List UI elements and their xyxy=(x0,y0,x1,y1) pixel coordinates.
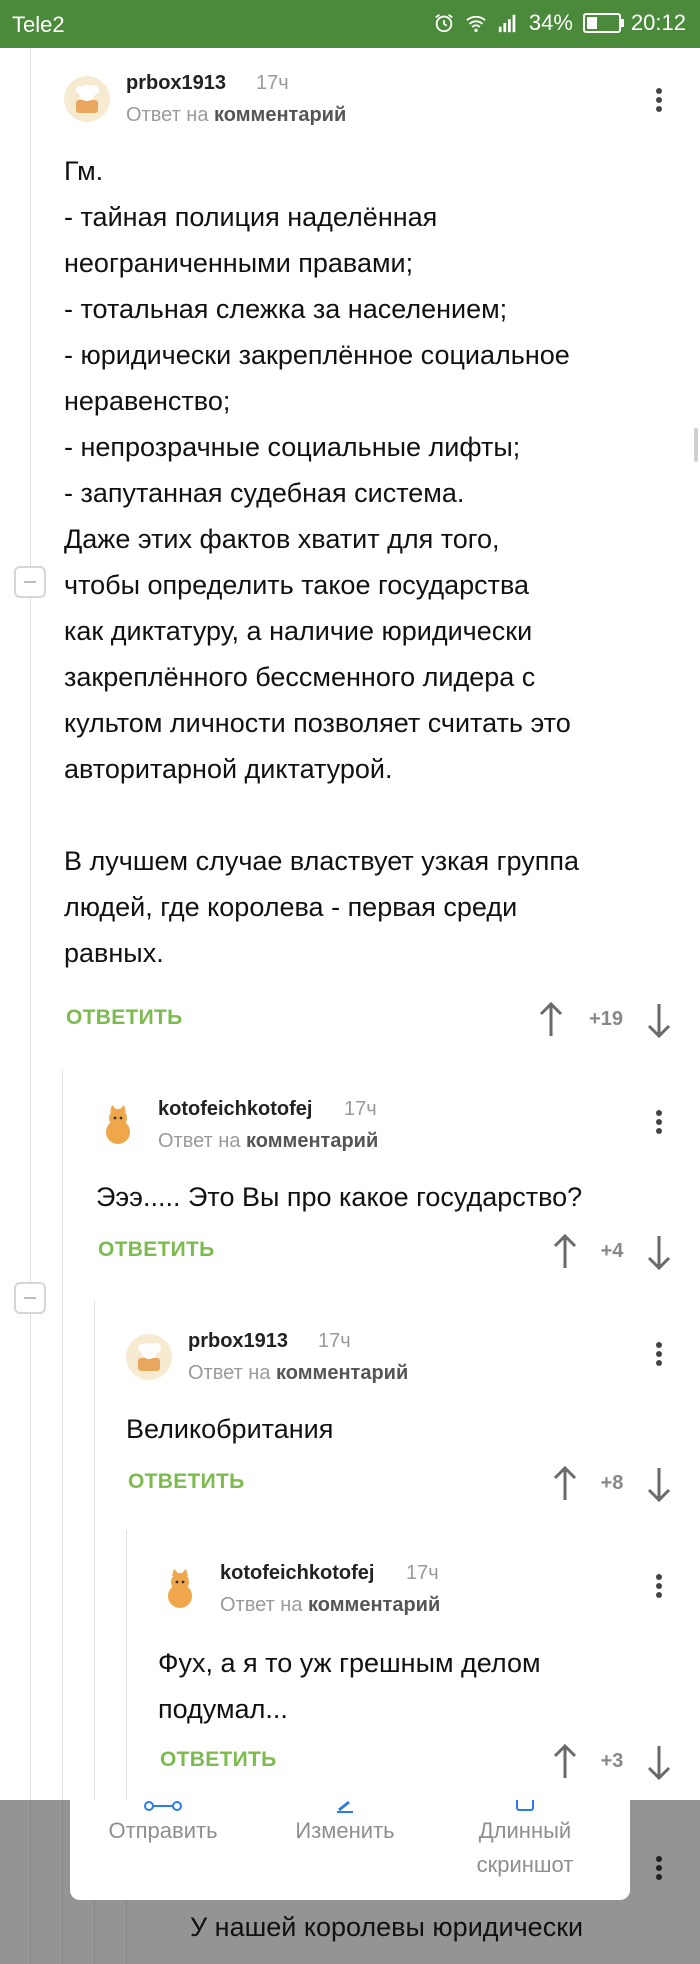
avatar-image xyxy=(96,1102,142,1148)
downvote-icon[interactable] xyxy=(644,1742,674,1782)
reply-button[interactable]: ОТВЕТИТЬ xyxy=(98,1238,215,1262)
status-bar: Tele2 34% 20:12 xyxy=(0,0,700,48)
comment-text-line: - тотальная слежка за населением; xyxy=(64,294,508,324)
comment-score: +8 xyxy=(600,1472,624,1494)
comment-time: 17ч xyxy=(256,72,289,94)
comment-text-line: закреплённого бессменного лидера с xyxy=(64,662,536,692)
send-label: Отправить xyxy=(108,1818,218,1843)
long-screenshot-label-line1: Длинный xyxy=(478,1818,572,1843)
avatar[interactable] xyxy=(126,1334,172,1380)
signal-icon xyxy=(498,14,516,33)
comment-author[interactable]: kotofeichkotofej xyxy=(220,1562,374,1585)
reply-to[interactable]: Ответ на комментарий xyxy=(188,1362,408,1385)
comment-body: Эээ..... Это Вы про какое государство? xyxy=(96,1174,696,1220)
comment-text-line: неограниченными правами; xyxy=(64,248,414,278)
comment-text-line: равных. xyxy=(64,938,164,968)
avatar-image xyxy=(158,1566,204,1612)
avatar[interactable] xyxy=(64,76,110,122)
upvote-icon[interactable] xyxy=(550,1232,580,1272)
comment-text-line: чтобы определить такое государства xyxy=(64,570,530,600)
reply-to[interactable]: Ответ на комментарий xyxy=(220,1594,440,1617)
downvote-icon[interactable] xyxy=(644,1464,674,1504)
reply-to[interactable]: Ответ на комментарий xyxy=(126,104,346,127)
comment-score: +3 xyxy=(600,1750,624,1772)
comment-score: +4 xyxy=(600,1240,624,1262)
edit-icon xyxy=(337,1800,353,1813)
more-options-icon[interactable] xyxy=(647,86,671,116)
comment-author[interactable]: kotofeichkotofej xyxy=(158,1098,312,1121)
comment-text-line: Гм. xyxy=(64,156,104,186)
comment-time: 17ч xyxy=(318,1330,351,1352)
comment-text-line xyxy=(64,792,684,838)
comment-body: Фух, а я то уж грешным делом подумал... xyxy=(158,1640,688,1732)
avatar[interactable] xyxy=(96,1102,142,1148)
comment-score: +19 xyxy=(589,1008,623,1030)
more-options-icon[interactable] xyxy=(647,1572,671,1602)
avatar-image xyxy=(126,1334,172,1380)
avatar-image xyxy=(64,76,110,122)
comment-author[interactable]: prbox1913 xyxy=(188,1330,288,1353)
vote-controls: +19 xyxy=(536,1000,676,1040)
carrier-name: Tele2 xyxy=(12,12,65,37)
edit-label: Изменить xyxy=(295,1818,395,1843)
comment-text-line: - непрозрачные социальные лифты; xyxy=(64,432,521,462)
vote-controls: +4 xyxy=(550,1232,676,1272)
thread-line xyxy=(30,48,31,1964)
long-screenshot-label-line2: скриншот xyxy=(476,1852,574,1877)
vote-controls: +8 xyxy=(550,1464,676,1504)
vote-controls: +3 xyxy=(550,1742,676,1782)
upvote-icon[interactable] xyxy=(536,1000,566,1040)
battery-percent: 34% xyxy=(528,10,573,35)
comment-body: Великобритания xyxy=(126,1406,686,1452)
comment-text-line: Фух, а я то уж грешным делом xyxy=(158,1648,541,1678)
downvote-icon[interactable] xyxy=(644,1232,674,1272)
next-comment-preview: У нашей королевы юридически xyxy=(190,1912,584,1942)
edit-button[interactable]: Изменить xyxy=(280,1800,410,1848)
upvote-icon[interactable] xyxy=(550,1464,580,1504)
more-options-icon[interactable] xyxy=(647,1340,671,1370)
comment-text-line: - запутанная судебная система. xyxy=(64,478,465,508)
comment-text-line: неравенство; xyxy=(64,386,231,416)
comment-text-line: Великобритания xyxy=(126,1414,334,1444)
avatar[interactable] xyxy=(158,1566,204,1612)
comment-text-line: людей, где королева - первая среди xyxy=(64,892,518,922)
comment-author[interactable]: prbox1913 xyxy=(126,72,226,95)
reply-button[interactable]: ОТВЕТИТЬ xyxy=(160,1748,277,1772)
comment-text-line: культом личности позволяет считать это xyxy=(64,708,571,738)
scrollbar[interactable] xyxy=(694,428,698,462)
alarm-icon xyxy=(435,14,453,33)
clock: 20:12 xyxy=(630,10,686,35)
downvote-icon[interactable] xyxy=(644,1000,674,1040)
more-options-icon[interactable] xyxy=(647,1108,671,1138)
send-icon xyxy=(144,1801,182,1811)
comment-text-line: авторитарной диктатурой. xyxy=(64,754,393,784)
comment-body: Гм. - тайная полиция наделённая неограниче… xyxy=(64,148,684,976)
comment-text-line: - тайная полиция наделённая xyxy=(64,202,438,232)
reply-to[interactable]: Ответ на комментарий xyxy=(158,1130,378,1153)
send-button[interactable]: Отправить xyxy=(98,1801,228,1848)
comment-text-line: Даже этих фактов хватит для того, xyxy=(64,524,500,554)
comment-text-line: В лучшем случае властвует узкая группа xyxy=(64,846,579,876)
comment-time: 17ч xyxy=(406,1562,439,1584)
upvote-icon[interactable] xyxy=(550,1742,580,1782)
collapse-thread-button[interactable] xyxy=(14,1282,46,1314)
collapse-thread-button[interactable] xyxy=(14,566,46,598)
wifi-icon xyxy=(466,15,486,32)
battery-icon xyxy=(582,13,624,33)
comment-text-line: подумал... xyxy=(158,1694,288,1724)
comment-time: 17ч xyxy=(344,1098,377,1120)
long-screenshot-icon xyxy=(516,1800,534,1811)
comment-text-line: - юридически закреплённое социальное xyxy=(64,340,570,370)
long-screenshot-button[interactable]: Длинный скриншот xyxy=(450,1800,600,1882)
more-options-icon[interactable] xyxy=(647,1854,671,1884)
comment-text-line: Эээ..... Это Вы про какое государство? xyxy=(96,1182,583,1212)
comment-text-line: как диктатуру, а наличие юридически xyxy=(64,616,533,646)
reply-button[interactable]: ОТВЕТИТЬ xyxy=(128,1470,245,1494)
reply-button[interactable]: ОТВЕТИТЬ xyxy=(66,1006,183,1030)
screenshot-action-panel: Отправить Изменить Длинный скриншот xyxy=(70,1800,630,1900)
